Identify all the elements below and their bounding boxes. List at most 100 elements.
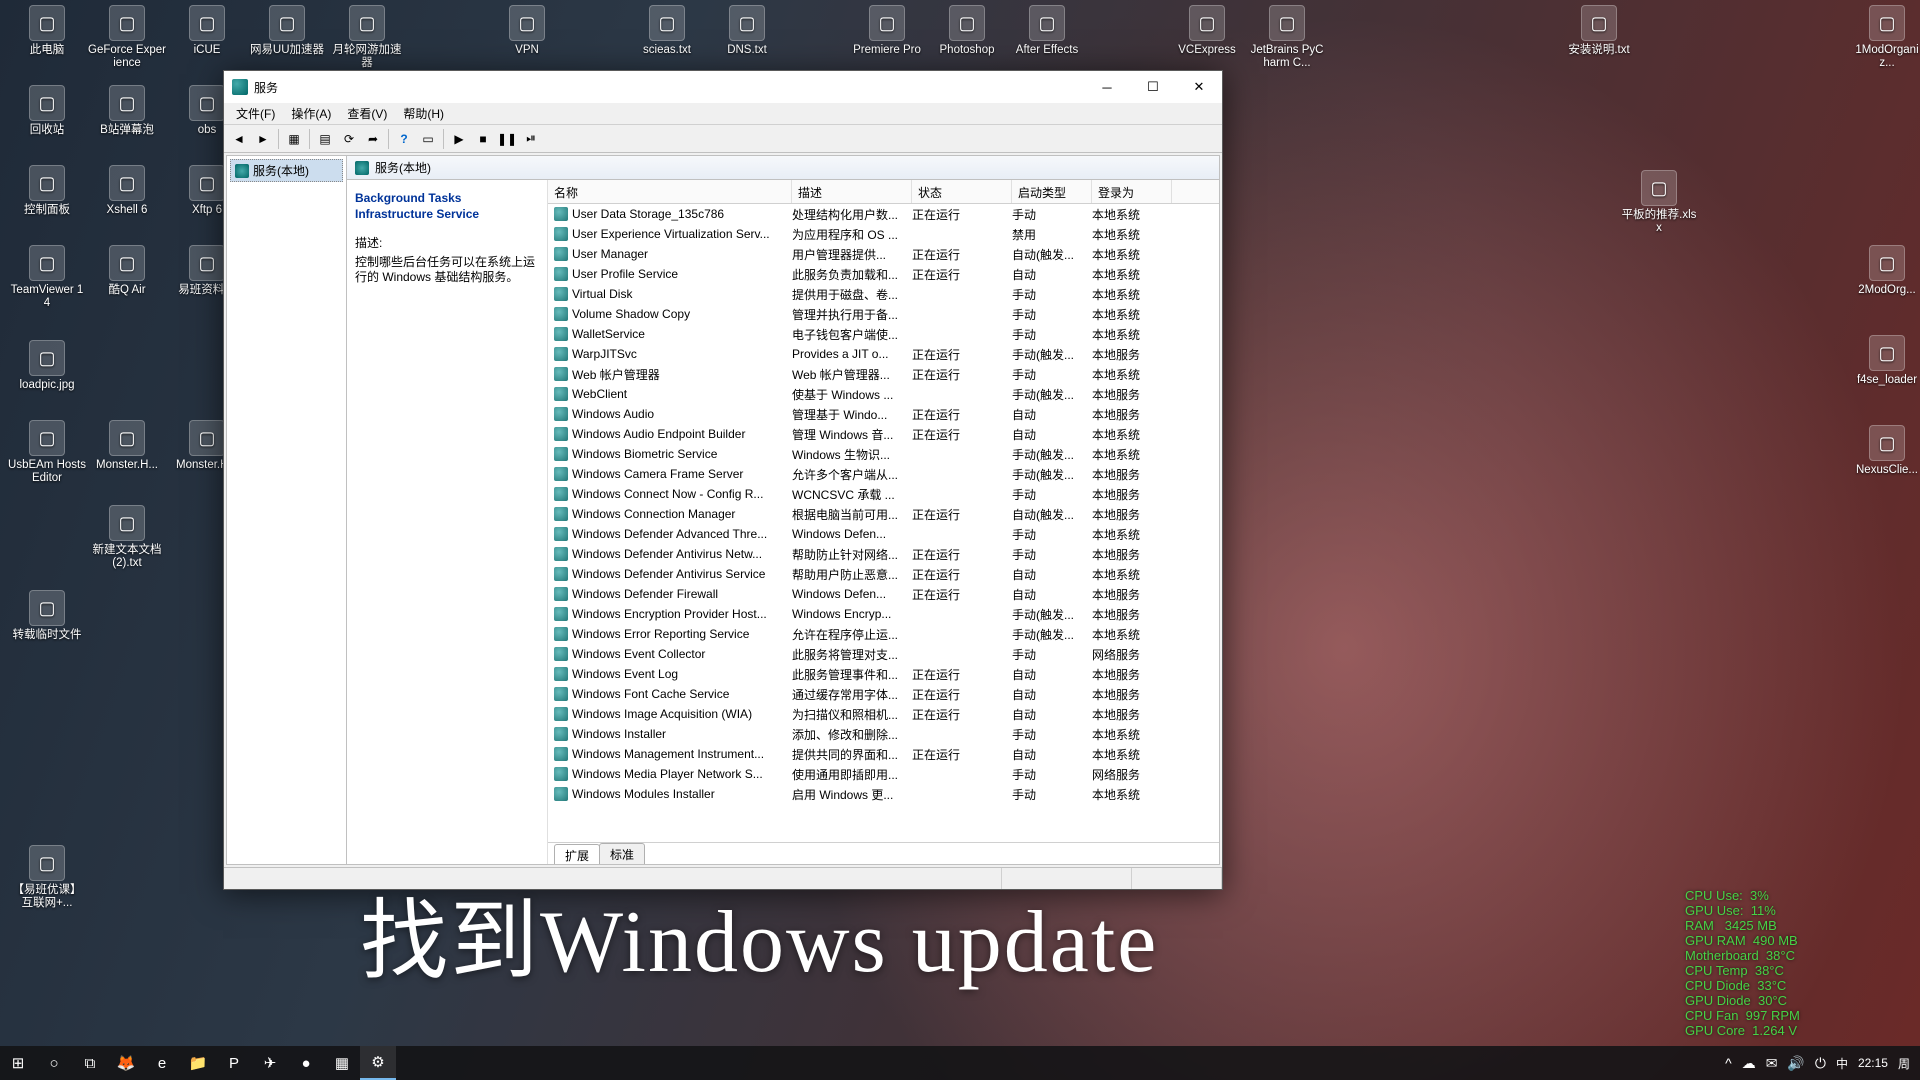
tree-node-services-local[interactable]: 服务(本地) (230, 159, 343, 182)
service-row[interactable]: WarpJITSvcProvides a JIT o...正在运行手动(触发..… (548, 344, 1219, 364)
desktop-icon[interactable]: ▢scieas.txt (628, 5, 706, 57)
service-row[interactable]: Windows Defender Antivirus Netw...帮助防止针对… (548, 544, 1219, 564)
tray-overflow-icon[interactable]: ^ (1725, 1055, 1732, 1071)
tray-power-icon[interactable]: ⏻ (1815, 1055, 1826, 1072)
service-row[interactable]: Virtual Disk提供用于磁盘、卷...手动本地系统 (548, 284, 1219, 304)
unknown-button[interactable]: ▭ (417, 128, 439, 150)
service-row[interactable]: Windows Audio管理基于 Windo...正在运行自动本地服务 (548, 404, 1219, 424)
desktop-icon[interactable]: ▢控制面板 (8, 165, 86, 217)
menu-view[interactable]: 查看(V) (339, 103, 395, 124)
desktop-icon[interactable]: ▢月轮网游加速器 (328, 5, 406, 70)
desktop-icon[interactable]: ▢2ModOrg... (1848, 245, 1920, 297)
service-row[interactable]: Windows Event Collector此服务将管理对支...手动网络服务 (548, 644, 1219, 664)
col-logon[interactable]: 登录为 (1092, 180, 1172, 203)
tab-standard[interactable]: 标准 (599, 843, 645, 864)
service-row[interactable]: Windows Event Log此服务管理事件和...正在运行自动本地服务 (548, 664, 1219, 684)
tray-volume-icon[interactable]: 🔊 (1787, 1055, 1804, 1072)
service-row[interactable]: Windows Defender FirewallWindows Defen..… (548, 584, 1219, 604)
service-row[interactable]: Volume Shadow Copy管理并执行用于备...手动本地系统 (548, 304, 1219, 324)
system-tray[interactable]: ^ ☁ ✉ 🔊 ⏻ 中 22:15 周 (1715, 1055, 1920, 1072)
service-row[interactable]: Windows Connection Manager根据电脑当前可用...正在运… (548, 504, 1219, 524)
start-button[interactable]: ⊞ (0, 1046, 36, 1080)
service-row[interactable]: Windows Encryption Provider Host...Windo… (548, 604, 1219, 624)
refresh-button[interactable]: ⟳ (338, 128, 360, 150)
desktop-icon[interactable]: ▢JetBrains PyCharm C... (1248, 5, 1326, 70)
service-row[interactable]: Windows Audio Endpoint Builder管理 Windows… (548, 424, 1219, 444)
close-button[interactable]: ✕ (1176, 71, 1222, 103)
taskbar-app-1[interactable]: 🦊 (108, 1046, 144, 1080)
back-button[interactable]: ◄ (228, 128, 250, 150)
desktop-icon[interactable]: ▢B站弹幕泡 (88, 85, 166, 137)
taskbar-app-7[interactable]: ▦ (324, 1046, 360, 1080)
service-row[interactable]: Windows Font Cache Service通过缓存常用字体...正在运… (548, 684, 1219, 704)
stop-service-button[interactable]: ■ (472, 128, 494, 150)
service-row[interactable]: Windows Defender Antivirus Service帮助用户防止… (548, 564, 1219, 584)
taskbar-app-4[interactable]: P (216, 1046, 252, 1080)
start-service-button[interactable]: ▶ (448, 128, 470, 150)
desktop-icon[interactable]: ▢此电脑 (8, 5, 86, 57)
task-view-button[interactable]: ⧉ (72, 1046, 108, 1080)
desktop-icon[interactable]: ▢TeamViewer 14 (8, 245, 86, 310)
taskbar-app-5[interactable]: ✈ (252, 1046, 288, 1080)
taskbar-app-services[interactable]: ⚙ (360, 1046, 396, 1080)
taskbar-app-explorer[interactable]: 📁 (180, 1046, 216, 1080)
desktop-icon[interactable]: ▢Premiere Pro (848, 5, 926, 57)
desktop-icon[interactable]: ▢Monster.H... (88, 420, 166, 472)
col-name[interactable]: 名称 (548, 180, 792, 203)
show-hide-tree-button[interactable]: ▦ (283, 128, 305, 150)
menu-help[interactable]: 帮助(H) (395, 103, 452, 124)
col-status[interactable]: 状态 (912, 180, 1012, 203)
desktop-icon[interactable]: ▢【易班优课】互联网+... (8, 845, 86, 910)
service-row[interactable]: Windows Error Reporting Service允许在程序停止运.… (548, 624, 1219, 644)
service-row[interactable]: Windows Image Acquisition (WIA)为扫描仪和照相机.… (548, 704, 1219, 724)
col-desc[interactable]: 描述 (792, 180, 912, 203)
desktop-icon[interactable]: ▢1ModOrganiz... (1848, 5, 1920, 70)
tray-onedrive-icon[interactable]: ☁ (1742, 1055, 1756, 1072)
desktop-icon[interactable]: ▢新建文本文档 (2).txt (88, 505, 166, 570)
properties-button[interactable]: ▤ (314, 128, 336, 150)
service-row[interactable]: Windows Media Player Network S...使用通用即插即… (548, 764, 1219, 784)
forward-button[interactable]: ► (252, 128, 274, 150)
tray-network-icon[interactable]: ✉ (1766, 1055, 1778, 1072)
service-row[interactable]: User Profile Service此服务负责加载和...正在运行自动本地系… (548, 264, 1219, 284)
export-button[interactable]: ➦ (362, 128, 384, 150)
taskbar-app-6[interactable]: ● (288, 1046, 324, 1080)
col-startup[interactable]: 启动类型 (1012, 180, 1092, 203)
service-row[interactable]: Windows Biometric ServiceWindows 生物识...手… (548, 444, 1219, 464)
titlebar[interactable]: 服务 ─ ☐ ✕ (224, 71, 1222, 103)
minimize-button[interactable]: ─ (1084, 71, 1130, 103)
taskbar-app-edge[interactable]: e (144, 1046, 180, 1080)
desktop-icon[interactable]: ▢Photoshop (928, 5, 1006, 57)
maximize-button[interactable]: ☐ (1130, 71, 1176, 103)
desktop-icon[interactable]: ▢loadpic.jpg (8, 340, 86, 392)
menu-action[interactable]: 操作(A) (283, 103, 339, 124)
service-row[interactable]: Windows Installer添加、修改和删除...手动本地系统 (548, 724, 1219, 744)
service-row[interactable]: User Data Storage_135c786处理结构化用户数...正在运行… (548, 204, 1219, 224)
desktop-icon[interactable]: ▢VPN (488, 5, 566, 57)
desktop-icon[interactable]: ▢酷Q Air (88, 245, 166, 297)
desktop-icon[interactable]: ▢GeForce Experience (88, 5, 166, 70)
desktop-icon[interactable]: ▢VCExpress (1168, 5, 1246, 57)
service-row[interactable]: User Experience Virtualization Serv...为应… (548, 224, 1219, 244)
service-row[interactable]: Windows Connect Now - Config R...WCNCSVC… (548, 484, 1219, 504)
desktop-icon[interactable]: ▢平板的推荐.xlsx (1620, 170, 1698, 235)
service-row[interactable]: Web 帐户管理器Web 帐户管理器...正在运行手动本地系统 (548, 364, 1219, 384)
service-row[interactable]: Windows Camera Frame Server允许多个客户端从...手动… (548, 464, 1219, 484)
desktop-icon[interactable]: ▢转载临时文件 (8, 590, 86, 642)
cortana-button[interactable]: ○ (36, 1046, 72, 1080)
desktop-icon[interactable]: ▢Xshell 6 (88, 165, 166, 217)
clock-date[interactable]: 周 (1898, 1055, 1910, 1072)
menu-file[interactable]: 文件(F) (228, 103, 283, 124)
desktop-icon[interactable]: ▢回收站 (8, 85, 86, 137)
service-row[interactable]: Windows Management Instrument...提供共同的界面和… (548, 744, 1219, 764)
ime-indicator[interactable]: 中 (1836, 1055, 1848, 1072)
desktop-icon[interactable]: ▢f4se_loader (1848, 335, 1920, 387)
service-row[interactable]: WalletService电子钱包客户端使...手动本地系统 (548, 324, 1219, 344)
desktop-icon[interactable]: ▢DNS.txt (708, 5, 786, 57)
desktop-icon[interactable]: ▢iCUE (168, 5, 246, 57)
pause-service-button[interactable]: ❚❚ (496, 128, 518, 150)
clock-time[interactable]: 22:15 (1858, 1056, 1888, 1070)
tab-extended[interactable]: 扩展 (554, 844, 600, 864)
service-row[interactable]: WebClient使基于 Windows ...手动(触发...本地服务 (548, 384, 1219, 404)
restart-service-button[interactable]: ⏯ (520, 128, 542, 150)
